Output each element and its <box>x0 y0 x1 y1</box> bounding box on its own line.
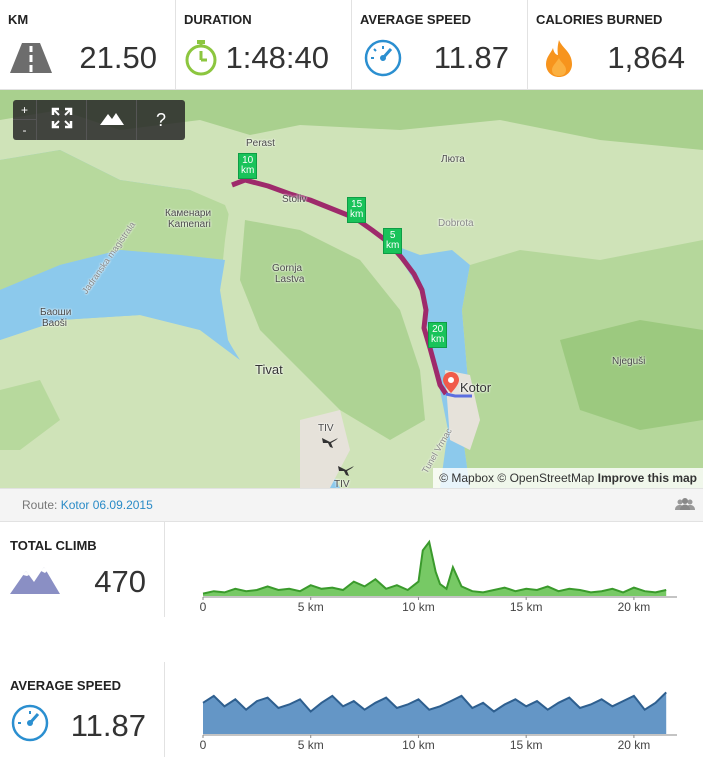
group-icon[interactable] <box>675 497 695 513</box>
stat-value: 11.87 <box>433 40 509 75</box>
map-controls: + - ? <box>13 100 185 140</box>
map-label: Gornja <box>272 263 303 274</box>
route-bar: Route: Kotor 06.09.2015 <box>0 488 703 522</box>
x-tick-label: 0 <box>200 738 207 752</box>
map-label: TIV <box>318 423 334 434</box>
x-tick-label: 15 km <box>510 600 543 614</box>
km-marker: 15 km <box>347 197 367 223</box>
map-label: TIV <box>334 479 350 488</box>
stat-label: KM <box>8 12 29 27</box>
x-tick-label: 5 km <box>298 600 324 614</box>
metric-value: 11.87 <box>70 707 146 743</box>
map-label: Njeguši <box>612 356 646 367</box>
map-label: Tivat <box>255 362 283 377</box>
km-marker: 5 km <box>383 228 403 254</box>
help-button[interactable]: ? <box>137 100 185 140</box>
km-marker-unit: km <box>431 334 445 345</box>
metric-summary: AVERAGE SPEED 11.87 <box>0 662 165 757</box>
total-climb-panel: TOTAL CLIMB 470 0 5 km 10 km 15 km 20 km <box>0 522 703 617</box>
x-tick-label: 10 km <box>402 738 435 752</box>
improve-map-link[interactable]: Improve this map <box>598 471 697 485</box>
x-tick-label: 0 <box>200 600 207 614</box>
fullscreen-icon <box>51 107 73 134</box>
map-label: Люта <box>441 154 465 165</box>
map-label: Каменари <box>165 208 212 219</box>
x-tick-label: 20 km <box>618 738 651 752</box>
map-label: Perast <box>246 138 275 149</box>
terrain-button[interactable] <box>87 100 137 140</box>
km-marker: 20 km <box>428 322 448 348</box>
map-label: Dobrota <box>438 218 474 229</box>
fullscreen-button[interactable] <box>37 100 87 140</box>
stat-duration: DURATION 1:48:40 <box>176 0 352 89</box>
map-attribution: © Mapbox © OpenStreetMap Improve this ma… <box>433 468 703 488</box>
map-label: Баоши <box>40 307 72 318</box>
x-tick-label: 10 km <box>402 600 435 614</box>
stat-label: CALORIES BURNED <box>536 12 663 27</box>
flame-icon <box>536 39 582 77</box>
stats-bar: KM 21.50 DURATION 1:48:40 AVERAGE SPEED … <box>0 0 703 90</box>
map-basemap <box>0 90 703 488</box>
map-label: Baoši <box>42 318 68 329</box>
route-prefix: Route: <box>22 498 58 512</box>
road-icon <box>8 39 54 77</box>
map-label: Kamenari <box>168 219 211 230</box>
zoom-controls: + - <box>13 100 37 140</box>
map-label: Lastva <box>275 274 305 285</box>
stat-value: 1:48:40 <box>225 40 329 75</box>
zoom-in-button[interactable]: + <box>13 100 36 120</box>
mapbox-link[interactable]: © Mapbox <box>439 471 494 485</box>
stat-value: 1,864 <box>607 40 685 75</box>
mountain-icon <box>99 110 125 131</box>
mountain-icon <box>10 563 60 600</box>
km-marker-unit: km <box>386 240 400 251</box>
map-label: Stoliv <box>282 194 307 205</box>
stat-km: KM 21.50 <box>0 0 176 89</box>
stat-value: 21.50 <box>79 40 157 75</box>
metric-label: AVERAGE SPEED <box>10 678 122 693</box>
x-tick-label: 5 km <box>298 738 324 752</box>
speed-chart-svg: 0 5 km 10 km 15 km 20 km <box>200 691 677 752</box>
average-speed-panel: AVERAGE SPEED 11.87 0 5 km 10 km 15 km 20 km <box>0 662 703 757</box>
speedometer-icon <box>360 39 406 77</box>
km-marker-unit: km <box>350 209 364 220</box>
stat-label: AVERAGE SPEED <box>360 12 472 27</box>
route-map[interactable]: + - ? Perast Люта Stoliv Dobrota Каменар… <box>0 90 703 488</box>
elevation-chart[interactable]: 0 5 km 10 km 15 km 20 km <box>165 522 703 617</box>
route-name-link[interactable]: Kotor 06.09.2015 <box>61 498 153 512</box>
speedometer-icon <box>10 703 50 748</box>
metric-summary: TOTAL CLIMB 470 <box>0 522 165 617</box>
stopwatch-icon <box>184 39 218 77</box>
km-marker: 10 km <box>238 153 258 179</box>
metric-value: 470 <box>94 563 146 599</box>
x-tick-label: 15 km <box>510 738 543 752</box>
series-area <box>203 692 667 734</box>
km-marker-unit: km <box>241 165 255 176</box>
osm-link[interactable]: © OpenStreetMap <box>497 471 594 485</box>
speed-chart[interactable]: 0 5 km 10 km 15 km 20 km <box>165 662 703 757</box>
x-tick-label: 20 km <box>618 600 651 614</box>
metric-label: TOTAL CLIMB <box>10 538 97 553</box>
stat-label: DURATION <box>184 12 252 27</box>
stat-calories: CALORIES BURNED 1,864 <box>528 0 703 89</box>
route-info: Route: Kotor 06.09.2015 <box>22 498 153 512</box>
zoom-out-button[interactable]: - <box>13 120 36 140</box>
stat-average-speed: AVERAGE SPEED 11.87 <box>352 0 528 89</box>
map-label: Kotor <box>460 380 492 395</box>
elevation-chart-svg: 0 5 km 10 km 15 km 20 km <box>200 539 677 614</box>
